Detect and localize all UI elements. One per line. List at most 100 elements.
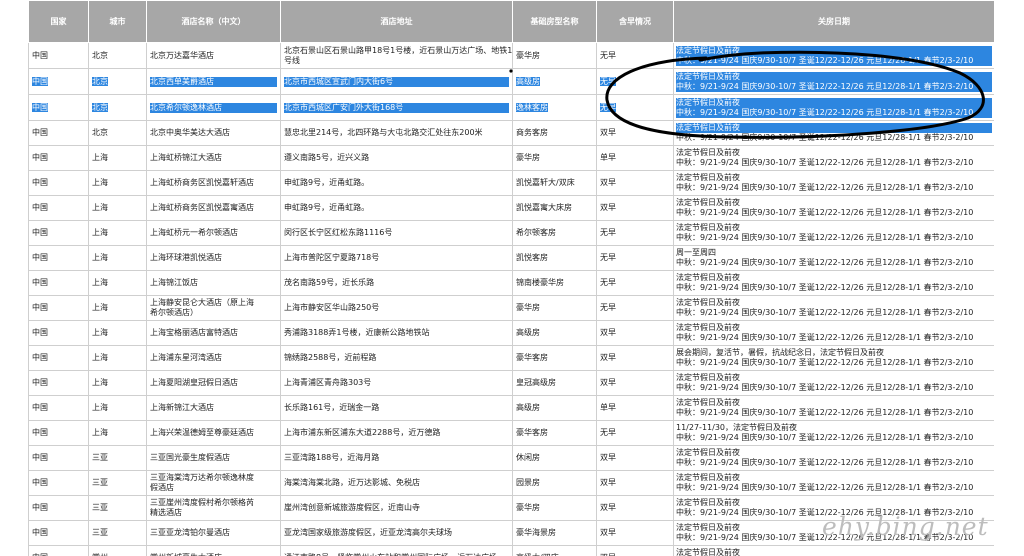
cell-country[interactable]: 中国	[28, 520, 89, 546]
cell-room-type[interactable]: 豪华房	[512, 295, 597, 321]
cell-address[interactable]: 申虹路9号，近甬虹路。	[280, 170, 513, 196]
cell-address[interactable]: 慧忠北里214号，北四环路与大屯北路交汇处往东200米	[280, 120, 513, 146]
cell-room-type[interactable]: 高级房	[512, 320, 597, 346]
table-row[interactable]: 中国 北京 北京希尔顿逸林酒店 北京市西城区广安门外大街168号 逸林客房 无早 法定节假日…	[28, 94, 995, 121]
cell-country[interactable]: 中国	[28, 545, 89, 556]
cell-country[interactable]: 中国	[28, 145, 89, 171]
cell-close-dates[interactable]: 法定节假日及前夜中秋：9/21-9/24 国庆9/30-10/7 圣诞12/22…	[673, 195, 995, 221]
cell-hotel-name[interactable]: 上海虹桥锦江大酒店	[146, 145, 281, 171]
cell-breakfast[interactable]: 双早	[596, 120, 674, 146]
cell-close-dates[interactable]: 法定节假日及前夜中秋：9/21-9/24 国庆9/30-10/7 圣诞12/22…	[673, 545, 995, 556]
cell-city[interactable]: 上海	[88, 245, 147, 271]
cell-hotel-name[interactable]: 三亚海棠湾万达希尔顿逸林度 假酒店	[146, 470, 281, 496]
cell-room-type[interactable]: 园景房	[512, 470, 597, 496]
cell-room-type[interactable]: 皇冠高级房	[512, 370, 597, 396]
cell-address[interactable]: 海棠湾海棠北路，近万达影城、免税店	[280, 470, 513, 496]
cell-address[interactable]: 长乐路161号，近瑞金一路	[280, 395, 513, 421]
cell-close-dates[interactable]: 法定节假日及前夜中秋：9/21-9/24 国庆9/30-10/7 圣诞12/22…	[673, 220, 995, 246]
cell-room-type[interactable]: 豪华海景房	[512, 520, 597, 546]
cell-hotel-name[interactable]: 上海兴荣温德姆至尊豪廷酒店	[146, 420, 281, 446]
cell-country[interactable]: 中国	[28, 220, 89, 246]
cell-breakfast[interactable]: 无早	[596, 245, 674, 271]
cell-country[interactable]: 中国	[28, 120, 89, 146]
cell-country[interactable]: 中国	[28, 295, 89, 321]
cell-hotel-name[interactable]: 北京中奥华美达大酒店	[146, 120, 281, 146]
cell-city[interactable]: 上海	[88, 395, 147, 421]
cell-hotel-name[interactable]: 三亚亚龙湾铂尔曼酒店	[146, 520, 281, 546]
cell-close-dates[interactable]: 展会期间，复活节，暑假，抗战纪念日，法定节假日及前夜 中秋：9/21-9/24 国…	[673, 345, 995, 371]
cell-address[interactable]: 秀浦路3188弄1号楼，近康新公路地铁站	[280, 320, 513, 346]
table-row[interactable]: 中国 上海 上海静安昆仑大酒店（原上海 希尔顿酒店） 上海市静安区华山路250号 豪华房无…	[28, 295, 995, 321]
cell-hotel-name[interactable]: 北京万达嘉华酒店	[146, 42, 281, 69]
cell-country[interactable]: 中国	[28, 195, 89, 221]
header-close-dates[interactable]: 关房日期	[673, 0, 995, 43]
cell-city[interactable]: 北京	[88, 120, 147, 146]
cell-hotel-name[interactable]: 上海虹桥元一希尔顿酒店	[146, 220, 281, 246]
cell-country[interactable]: 中国	[28, 445, 89, 471]
cell-city[interactable]: 三亚	[88, 470, 147, 496]
cell-hotel-name[interactable]: 三亚崖州湾度假村希尔顿格芮 精选酒店	[146, 495, 281, 521]
cell-breakfast[interactable]: 无早	[596, 420, 674, 446]
cell-address[interactable]: 上海市静安区华山路250号	[280, 295, 513, 321]
table-row[interactable]: 中国 三亚 三亚国光豪生度假酒店 三亚湾路188号，近海月路 休闲房 双早 法定节假日及前夜…	[28, 445, 995, 471]
cell-city[interactable]: 三亚	[88, 495, 147, 521]
cell-breakfast[interactable]: 双早	[596, 445, 674, 471]
cell-country[interactable]: 中国	[28, 94, 89, 121]
cell-room-type[interactable]: 凯悦嘉寓大床房	[512, 195, 597, 221]
header-breakfast[interactable]: 含早情况	[596, 0, 674, 43]
cell-breakfast[interactable]: 双早	[596, 320, 674, 346]
cell-hotel-name[interactable]: 上海锦江饭店	[146, 270, 281, 296]
cell-close-dates[interactable]: 法定节假日及前夜中秋：9/21-9/24 国庆9/30-10/7 圣诞12/22…	[673, 470, 995, 496]
cell-room-type[interactable]: 凯悦客房	[512, 245, 597, 271]
table-row[interactable]: 中国常州常州新城豪生大酒店通江南路8号，紧临常州火车站和常州国际广场，近万达广场…	[28, 545, 995, 556]
header-hotel-name[interactable]: 酒店名称（中文）	[146, 0, 281, 43]
cell-room-type[interactable]: 高级房	[512, 68, 597, 95]
cell-breakfast[interactable]: 双早	[596, 370, 674, 396]
cell-hotel-name[interactable]: 北京西单美爵酒店	[146, 68, 281, 95]
table-row[interactable]: 中国 上海 上海虹桥商务区凯悦嘉寓酒店 申虹路9号，近甬虹路。 凯悦嘉寓大床房 双早 法定节…	[28, 195, 995, 221]
cell-close-dates[interactable]: 法定节假日及前夜中秋：9/21-9/24 国庆9/30-10/7 圣诞12/22…	[673, 445, 995, 471]
cell-city[interactable]: 上海	[88, 345, 147, 371]
cell-city[interactable]: 常州	[88, 545, 147, 556]
cell-address[interactable]: 三亚湾路188号，近海月路	[280, 445, 513, 471]
cell-city[interactable]: 北京	[88, 94, 147, 121]
cell-room-type[interactable]: 豪华房	[512, 42, 597, 69]
cell-hotel-name[interactable]: 三亚国光豪生度假酒店	[146, 445, 281, 471]
cell-room-type[interactable]: 锦南楼豪华房	[512, 270, 597, 296]
cell-city[interactable]: 北京	[88, 68, 147, 95]
cell-room-type[interactable]: 逸林客房	[512, 94, 597, 121]
cell-hotel-name[interactable]: 上海环球港凯悦酒店	[146, 245, 281, 271]
cell-close-dates[interactable]: 法定节假日及前夜中秋：9/21-9/24 国庆9/30-10/7 圣诞12/22…	[673, 120, 995, 146]
cell-room-type[interactable]: 商务客房	[512, 120, 597, 146]
cell-close-dates[interactable]: 法定节假日及前夜中秋：9/21-9/24 国庆9/30-10/7 圣诞12/22…	[673, 42, 995, 69]
table-row[interactable]: 中国 北京 北京万达嘉华酒店 北京石景山区石景山路甲18号1号楼，近石景山万达广场、地…	[28, 42, 995, 69]
cell-close-dates[interactable]: 周一至周四 中秋：9/21-9/24 国庆9/30-10/7 圣诞12/22-12…	[673, 245, 995, 271]
cell-country[interactable]: 中国	[28, 395, 89, 421]
table-row[interactable]: 中国 上海 上海虹桥锦江大酒店 遵义南路5号，近兴义路 豪华房 单早 法定节假日及前夜 中秋：…	[28, 145, 995, 171]
cell-country[interactable]: 中国	[28, 470, 89, 496]
cell-close-dates[interactable]: 法定节假日及前夜中秋：9/21-9/24 国庆9/30-10/7 圣诞12/22…	[673, 145, 995, 171]
cell-close-dates[interactable]: 法定节假日及前夜中秋：9/21-9/24 国庆9/30-10/7 圣诞12/22…	[673, 370, 995, 396]
cell-address[interactable]: 崖州湾创意新城旅游度假区，近南山寺	[280, 495, 513, 521]
cell-city[interactable]: 上海	[88, 370, 147, 396]
cell-address[interactable]: 北京市西城区宣武门内大街6号	[280, 68, 513, 95]
cell-close-dates[interactable]: 法定节假日及前夜中秋：9/21-9/24 国庆9/30-10/7 圣诞12/22…	[673, 170, 995, 196]
cell-close-dates[interactable]: 法定节假日及前夜中秋：9/21-9/24 国庆9/30-10/7 圣诞12/22…	[673, 68, 995, 95]
cell-country[interactable]: 中国	[28, 345, 89, 371]
cell-country[interactable]: 中国	[28, 320, 89, 346]
cell-breakfast[interactable]: 单早	[596, 145, 674, 171]
cell-address[interactable]: 锦绣路2588号，近前程路	[280, 345, 513, 371]
cell-city[interactable]: 上海	[88, 295, 147, 321]
header-room-type[interactable]: 基础房型名称	[512, 0, 597, 43]
cell-address[interactable]: 北京市西城区广安门外大街168号	[280, 94, 513, 121]
cell-breakfast[interactable]: 无早	[596, 68, 674, 95]
cell-room-type[interactable]: 豪华客房	[512, 345, 597, 371]
cell-address[interactable]: 上海市普陀区宁夏路718号	[280, 245, 513, 271]
cell-room-type[interactable]: 高级大/双床	[512, 545, 597, 556]
cell-address[interactable]: 闵行区长宁区红松东路1116号	[280, 220, 513, 246]
cell-country[interactable]: 中国	[28, 245, 89, 271]
cell-close-dates[interactable]: 11/27-11/30，法定节假日及前夜 中秋：9/21-9/24 国庆9/30-…	[673, 420, 995, 446]
table-row[interactable]: 中国 北京 北京中奥华美达大酒店 慧忠北里214号，北四环路与大屯北路交汇处往东200…	[28, 120, 995, 146]
cell-address[interactable]: 申虹路9号，近甬虹路。	[280, 195, 513, 221]
cell-room-type[interactable]: 豪华房	[512, 145, 597, 171]
